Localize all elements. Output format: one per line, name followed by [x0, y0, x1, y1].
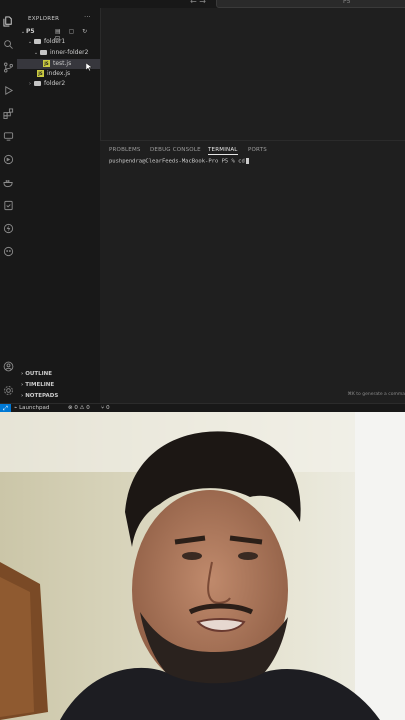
section-label: OUTLINE	[25, 371, 52, 377]
tree-label: index.js	[47, 70, 71, 77]
tree-label: folder2	[44, 80, 66, 87]
tab-ports[interactable]: PORTS	[248, 147, 267, 153]
source-control-icon[interactable]	[3, 62, 14, 73]
tree-label: P5	[26, 28, 35, 35]
error-count: 0	[74, 405, 78, 411]
vscode-window: ← → P5 EXPLORER ··· ⌄P5 ▤ ▢ ↻ ⊟ ⌄ folder…	[0, 0, 405, 412]
terminal-line[interactable]: pushpendra@ClearFeeds-MacBook-Pro P5 % c…	[109, 158, 249, 165]
mouse-pointer-icon	[86, 63, 92, 71]
more-actions-icon[interactable]: ···	[84, 13, 91, 21]
chevron-down-icon: ⌄	[33, 50, 39, 56]
bottom-panel: PROBLEMS DEBUG CONSOLE TERMINAL PORTS pu…	[100, 140, 405, 404]
activity-bar	[0, 8, 17, 403]
section-label: TIMELINE	[25, 382, 55, 388]
section-label: NOTEPADS	[25, 393, 59, 399]
section-timeline[interactable]: › TIMELINE	[21, 380, 54, 390]
remote-explorer-icon[interactable]	[3, 131, 14, 142]
tree-folder-folder2[interactable]: › folder2	[17, 79, 110, 89]
tree-folder-inner-folder2[interactable]: ⌄ inner-folder2	[17, 48, 116, 58]
explorer-sidebar: EXPLORER ··· ⌄P5 ▤ ▢ ↻ ⊟ ⌄ folder1 ⌄ inner…	[17, 8, 101, 403]
tree-label: test.js	[53, 60, 72, 67]
account-icon[interactable]	[3, 361, 14, 372]
lightning-icon[interactable]	[3, 223, 14, 234]
ports-value: 0	[106, 405, 110, 411]
terminal-cursor	[245, 158, 249, 164]
problems-count[interactable]: ⊗ 0 ⚠ 0	[68, 404, 90, 412]
terminal-text: pushpendra@ClearFeeds-MacBook-Pro P5 % c…	[109, 158, 245, 165]
extensions-icon[interactable]	[3, 108, 14, 119]
testing-icon[interactable]	[3, 200, 14, 211]
title-bar: ← → P5	[0, 0, 405, 8]
launchpad-label: Launchpad	[19, 405, 50, 411]
nav-arrows[interactable]: ← →	[190, 0, 206, 6]
folder-icon	[34, 39, 41, 44]
docker-icon[interactable]	[3, 177, 14, 188]
javascript-file-icon: JS	[37, 70, 44, 77]
search-box-label: P5	[343, 0, 351, 5]
tree-file-index-js[interactable]: JS index.js	[17, 69, 120, 79]
error-icon: ⊗	[68, 405, 73, 411]
explorer-title: EXPLORER	[28, 16, 60, 22]
gitlens-icon[interactable]	[3, 154, 14, 165]
webcam-feed	[0, 412, 405, 720]
chevron-down-icon: ⌄	[27, 39, 33, 45]
status-bar: ⤢ ⌁ Launchpad ⊗ 0 ⚠ 0 ⑂ 0	[0, 403, 405, 412]
tab-terminal[interactable]: TERMINAL	[208, 147, 238, 155]
tree-label: inner-folder2	[50, 49, 89, 56]
presenter-photo	[0, 412, 405, 720]
folder-icon	[40, 50, 47, 55]
files-icon[interactable]	[3, 16, 14, 27]
tab-problems[interactable]: PROBLEMS	[109, 147, 141, 153]
folder-icon	[34, 81, 41, 86]
section-outline[interactable]: › OUTLINE	[21, 369, 52, 379]
run-debug-icon[interactable]	[3, 85, 14, 96]
javascript-file-icon: JS	[43, 60, 50, 67]
ports-icon: ⑂	[101, 405, 105, 411]
remote-indicator-icon[interactable]: ⤢	[0, 404, 11, 412]
tree-folder-folder1[interactable]: ⌄ folder1	[17, 37, 110, 47]
copilot-icon[interactable]	[3, 246, 14, 257]
warning-icon: ⚠	[79, 405, 85, 411]
settings-icon[interactable]	[3, 385, 14, 396]
tree-label: folder1	[44, 38, 66, 45]
section-notepads[interactable]: › NOTEPADS	[21, 391, 58, 401]
chevron-right-icon: ›	[29, 81, 31, 87]
warning-count: 0	[86, 405, 90, 411]
tab-debug-console[interactable]: DEBUG CONSOLE	[150, 147, 201, 153]
terminal-hint: ⌘K to generate a comma	[347, 392, 405, 397]
search-icon[interactable]	[3, 39, 14, 50]
command-center-search[interactable]: P5	[216, 0, 405, 8]
ports-count[interactable]: ⑂ 0	[101, 404, 110, 412]
launchpad-item[interactable]: ⌁ Launchpad	[14, 404, 49, 412]
